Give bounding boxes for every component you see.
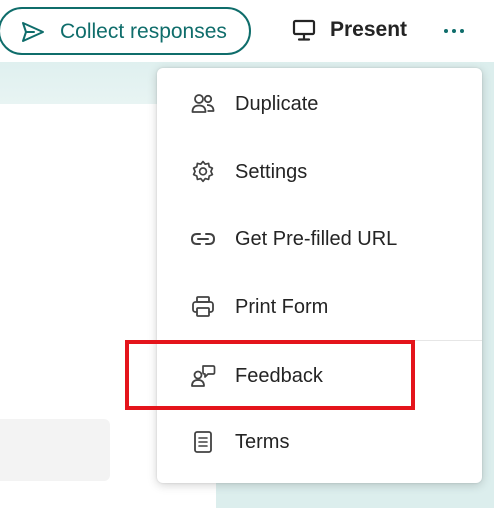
menu-item-label: Settings <box>235 161 308 183</box>
menu-item-label: Get Pre-filled URL <box>235 228 398 250</box>
printer-icon <box>190 294 216 320</box>
present-label: Present <box>330 18 408 41</box>
menu-item-get-prefilled-url[interactable]: Get Pre-filled URL <box>157 211 482 267</box>
more-options-button[interactable] <box>436 14 472 48</box>
menu-item-settings[interactable]: Settings <box>157 144 482 200</box>
menu-divider <box>157 340 482 341</box>
document-icon <box>190 429 216 455</box>
monitor-icon <box>291 18 317 42</box>
page-background-strip <box>480 62 494 508</box>
feedback-icon <box>190 363 216 389</box>
link-icon <box>190 226 216 252</box>
menu-item-label: Print Form <box>235 296 329 318</box>
gear-icon <box>190 159 216 185</box>
more-options-menu: Duplicate Settings Get Pre-filled URL Pr… <box>157 68 482 483</box>
duplicate-icon <box>190 91 216 117</box>
page-card <box>0 419 110 481</box>
menu-item-terms[interactable]: Terms <box>157 414 482 470</box>
menu-item-duplicate[interactable]: Duplicate <box>157 76 482 132</box>
page-footer-band <box>216 480 494 508</box>
menu-item-print-form[interactable]: Print Form <box>157 279 482 335</box>
menu-item-feedback[interactable]: Feedback <box>157 348 482 404</box>
menu-item-label: Feedback <box>235 365 323 387</box>
collect-responses-button[interactable]: Collect responses <box>0 7 251 55</box>
top-toolbar: Collect responses Present <box>0 0 494 62</box>
menu-item-label: Terms <box>235 431 290 453</box>
menu-item-label: Duplicate <box>235 93 319 115</box>
send-icon <box>20 20 46 44</box>
collect-responses-label: Collect responses <box>60 20 227 43</box>
present-button[interactable]: Present <box>290 12 410 50</box>
